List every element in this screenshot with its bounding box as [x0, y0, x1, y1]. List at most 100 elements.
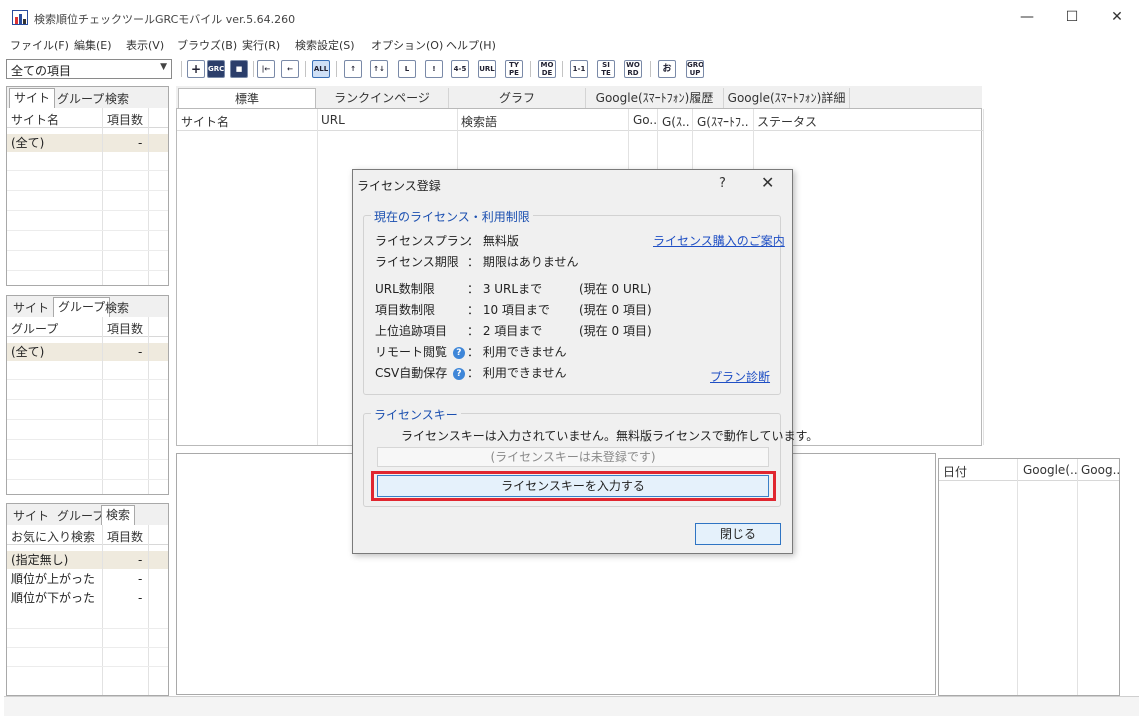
- col-item-count[interactable]: 項目数: [107, 111, 143, 128]
- tab-site[interactable]: サイト: [9, 299, 53, 317]
- enter-license-key-button[interactable]: ライセンスキーを入力する: [377, 475, 769, 497]
- toolbar: 全ての項目 ▼ + GRC mob ■ |← ← ALL ↑ ↑↓ L ! 4-…: [0, 56, 1143, 82]
- menu-browse[interactable]: ブラウズ(B): [177, 37, 237, 53]
- url-current: (現在 0 URL): [579, 282, 652, 296]
- help-icon[interactable]: ?: [452, 346, 465, 359]
- period-label: ライセンス期限: [375, 255, 459, 269]
- first-button[interactable]: |←: [257, 60, 275, 78]
- menu-run[interactable]: 実行(R): [242, 37, 280, 53]
- grc-mob-button[interactable]: GRC mob: [207, 60, 225, 78]
- filter-alert-button[interactable]: !: [425, 60, 443, 78]
- remote-view-value: ： 利用できません: [467, 345, 567, 359]
- col-item-count[interactable]: 項目数: [107, 528, 143, 545]
- tab-google-sp-detail[interactable]: Google(ｽﾏｰﾄﾌｫﾝ)詳細: [724, 88, 850, 108]
- list-item-count: -: [138, 345, 143, 359]
- menu-file[interactable]: ファイル(F): [10, 37, 69, 53]
- tab-search[interactable]: 検索: [101, 505, 136, 525]
- col-status[interactable]: ステータス: [757, 113, 817, 130]
- tab-search[interactable]: 検索: [101, 90, 133, 108]
- tracking-label: 上位追跡項目: [375, 324, 448, 338]
- tab-group[interactable]: グループ: [53, 507, 108, 525]
- dialog-title: ライセンス登録: [357, 179, 441, 193]
- col-item-count[interactable]: 項目数: [107, 320, 143, 337]
- tab-site[interactable]: サイト: [9, 88, 56, 108]
- filter-site-button[interactable]: SI TE: [597, 60, 615, 78]
- menu-bar: ファイル(F) 編集(E) 表示(V) ブラウズ(B) 実行(R) 検索設定(S…: [0, 34, 1143, 54]
- filter-word-button[interactable]: WO RD: [624, 60, 642, 78]
- current-license-group-title: 現在のライセンス・利用制限: [371, 208, 533, 225]
- list-item[interactable]: (全て) -: [7, 134, 168, 152]
- col-site-name[interactable]: サイト名: [11, 111, 59, 128]
- filter-group-button[interactable]: GRO UP: [686, 60, 704, 78]
- group-panel-tabs: サイト グループ 検索: [7, 296, 168, 317]
- menu-search-settings[interactable]: 検索設定(S): [295, 37, 355, 53]
- filter-all-button[interactable]: ALL: [312, 60, 330, 78]
- filter-range-button[interactable]: 4-5: [451, 60, 469, 78]
- toolbar-separator: [336, 61, 337, 77]
- toolbar-separator: [530, 61, 531, 77]
- item-current: (現在 0 項目): [579, 303, 652, 317]
- back-button[interactable]: ←: [281, 60, 299, 78]
- col-site-name[interactable]: サイト名: [181, 113, 229, 130]
- grid-view-button[interactable]: ■: [230, 60, 248, 78]
- menu-edit[interactable]: 編集(E): [74, 37, 112, 53]
- tab-rank-in-page[interactable]: ランクインページ: [316, 88, 449, 108]
- col-keyword[interactable]: 検索語: [461, 113, 497, 130]
- col-favorite-search[interactable]: お気に入り検索: [11, 528, 95, 545]
- filter-1-1-button[interactable]: 1-1: [570, 60, 588, 78]
- favorite-button[interactable]: お: [658, 60, 676, 78]
- col-google-2[interactable]: Goog..: [1081, 463, 1120, 477]
- tab-standard[interactable]: 標準: [178, 88, 316, 108]
- close-window-button[interactable]: ✕: [1097, 6, 1137, 28]
- help-icon[interactable]: ?: [453, 367, 466, 380]
- main-tabs: 標準 ランクインページ グラフ Google(ｽﾏｰﾄﾌｫﾝ)履歴 Google…: [176, 86, 982, 108]
- tab-group[interactable]: グループ: [53, 90, 108, 108]
- filter-type-button[interactable]: TY PE: [505, 60, 523, 78]
- close-icon[interactable]: ✕: [761, 173, 774, 192]
- tab-site[interactable]: サイト: [9, 507, 53, 525]
- filter-updown-button[interactable]: ↑↓: [370, 60, 388, 78]
- col-google-sp[interactable]: G(ｽ..: [662, 113, 690, 130]
- filter-down-button[interactable]: L: [398, 60, 416, 78]
- period-value: ： 期限はありません: [467, 255, 579, 269]
- filter-up-button[interactable]: ↑: [344, 60, 362, 78]
- window-title: 検索順位チェックツールGRCモバイル ver.5.64.260: [34, 13, 296, 26]
- plan-diagnosis-link[interactable]: プラン診断: [710, 368, 770, 385]
- col-google[interactable]: Google(..: [1023, 463, 1078, 477]
- list-item-name: 順位が下がった: [11, 591, 96, 605]
- col-google[interactable]: Go..: [633, 113, 657, 127]
- col-url[interactable]: URL: [321, 113, 345, 127]
- list-item[interactable]: 順位が上がった -: [7, 570, 168, 588]
- col-google-smartphone[interactable]: G(ｽﾏｰﾄﾌ..: [697, 113, 749, 130]
- toolbar-separator: [562, 61, 563, 77]
- item-filter-select[interactable]: 全ての項目 ▼: [6, 59, 172, 79]
- tab-search[interactable]: 検索: [101, 299, 133, 317]
- license-key-field[interactable]: (ライセンスキーは未登録です): [377, 447, 769, 467]
- toolbar-separator: [253, 61, 254, 77]
- col-group[interactable]: グループ: [11, 320, 58, 337]
- add-item-button[interactable]: +: [187, 60, 205, 78]
- list-item[interactable]: (全て) -: [7, 343, 168, 361]
- close-dialog-button[interactable]: 閉じる: [695, 523, 781, 545]
- maximize-button[interactable]: ☐: [1052, 6, 1092, 28]
- filter-mode-button[interactable]: MO DE: [538, 60, 556, 78]
- list-item[interactable]: (指定無し) -: [7, 551, 168, 569]
- group-panel: サイト グループ 検索 グループ 項目数 (全て) -: [6, 295, 169, 495]
- license-key-message: ライセンスキーは入力されていません。無料版ライセンスで動作しています。: [401, 429, 819, 443]
- tab-graph[interactable]: グラフ: [449, 88, 586, 108]
- date-grid-header: 日付 Google(.. Goog..: [939, 459, 1120, 481]
- col-date[interactable]: 日付: [943, 463, 967, 480]
- site-panel-header: サイト名 項目数: [7, 108, 168, 128]
- item-limit-value: ： 10 項目まで: [467, 303, 550, 317]
- menu-options[interactable]: オプション(O): [371, 37, 443, 53]
- list-item-count: -: [138, 572, 143, 586]
- menu-view[interactable]: 表示(V): [126, 37, 164, 53]
- list-item[interactable]: 順位が下がった -: [7, 589, 168, 607]
- search-panel: サイト グループ 検索 お気に入り検索 項目数 (指定無し) - 順位が上がった…: [6, 503, 169, 696]
- filter-url-button[interactable]: URL: [478, 60, 496, 78]
- purchase-link[interactable]: ライセンス購入のご案内: [653, 232, 785, 249]
- menu-help[interactable]: ヘルプ(H): [446, 37, 496, 53]
- help-button[interactable]: ?: [719, 176, 726, 191]
- minimize-button[interactable]: —: [1007, 6, 1047, 28]
- tab-google-sp-history[interactable]: Google(ｽﾏｰﾄﾌｫﾝ)履歴: [586, 88, 724, 108]
